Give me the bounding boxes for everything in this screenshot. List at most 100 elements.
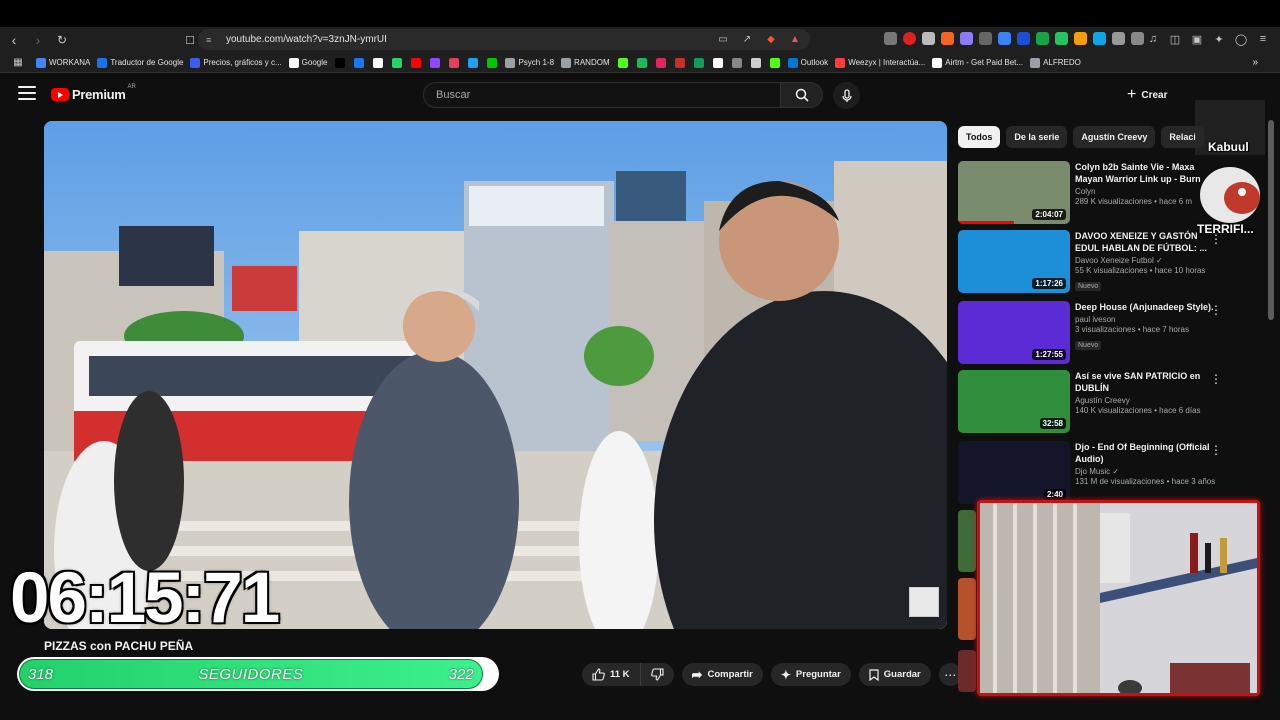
leo-icon[interactable]: ✦ bbox=[1212, 31, 1226, 47]
recommendation-title[interactable]: Deep House (Anjunadeep Style). bbox=[1075, 301, 1215, 313]
thumbnail[interactable]: 2:04:07 bbox=[958, 161, 1070, 224]
bookmark-item[interactable] bbox=[731, 57, 743, 68]
bookmark-item[interactable]: Traductor de Google bbox=[97, 57, 183, 68]
bookmark-item[interactable]: Airtm - Get Paid Bet... bbox=[932, 57, 1023, 68]
bookmark-item[interactable] bbox=[636, 57, 648, 68]
site-settings-icon[interactable]: ≡ bbox=[206, 35, 218, 45]
address-bar[interactable]: ≡ youtube.com/watch?v=3znJN-ymrUI ▭ ↗ ◆ … bbox=[198, 29, 810, 50]
partial-thumbnail[interactable] bbox=[958, 578, 976, 640]
thumbnail[interactable]: 2:40 bbox=[958, 441, 1070, 504]
bookmark-item[interactable] bbox=[486, 57, 498, 68]
bookmark-item[interactable] bbox=[655, 57, 667, 68]
sidebar-icon[interactable]: ◫ bbox=[1168, 31, 1182, 47]
extension-icon[interactable] bbox=[1112, 32, 1125, 45]
reload-icon[interactable]: ↻ bbox=[52, 30, 72, 50]
thumbnail[interactable]: 32:58 bbox=[958, 370, 1070, 433]
channel-name[interactable]: Agustín Creevy bbox=[1075, 396, 1215, 405]
extension-icon[interactable] bbox=[1036, 32, 1049, 45]
bookmark-item[interactable] bbox=[769, 57, 781, 68]
bookmark-item[interactable]: Google bbox=[288, 57, 327, 68]
bookmark-item[interactable] bbox=[448, 57, 460, 68]
voice-search-button[interactable] bbox=[833, 82, 860, 109]
search-button[interactable] bbox=[781, 82, 823, 108]
bookmark-item[interactable]: WORKANA bbox=[36, 57, 90, 68]
create-button[interactable]: + Crear bbox=[1119, 84, 1175, 106]
recommendation-item[interactable]: 32:58 Así se vive SAN PATRICIO en DUBLÍN A… bbox=[958, 370, 1222, 434]
bookmark-star-icon[interactable]: ☐ bbox=[180, 30, 200, 50]
recommendation-item[interactable]: 1:27:55 Deep House (Anjunadeep Style). pau… bbox=[958, 301, 1222, 365]
music-icon[interactable]: ♫ bbox=[1146, 31, 1160, 47]
bookmark-item[interactable] bbox=[334, 57, 346, 68]
bookmark-item[interactable] bbox=[372, 57, 384, 68]
bookmark-item[interactable] bbox=[429, 57, 441, 68]
menu-icon[interactable] bbox=[18, 86, 36, 100]
like-button[interactable]: 11 K bbox=[582, 663, 641, 686]
bookmark-item[interactable] bbox=[750, 57, 762, 68]
channel-watermark[interactable] bbox=[909, 587, 939, 617]
wallet-icon[interactable]: ▣ bbox=[1190, 31, 1204, 47]
bookmark-item[interactable]: ALFREDO bbox=[1030, 57, 1081, 68]
thumbnail[interactable]: 1:27:55 bbox=[958, 301, 1070, 364]
save-button[interactable]: Guardar bbox=[858, 663, 931, 686]
share-page-icon[interactable]: ↗ bbox=[740, 32, 754, 46]
partial-thumbnail[interactable] bbox=[958, 650, 976, 692]
thumbnail[interactable]: 1:17:26 bbox=[958, 230, 1070, 293]
extension-icon[interactable] bbox=[1055, 32, 1068, 45]
recommendation-title[interactable]: Djo - End Of Beginning (Official Audio) bbox=[1075, 441, 1215, 465]
bookmark-item[interactable]: Precios, gráficos y c... bbox=[190, 57, 282, 68]
extension-icon[interactable] bbox=[884, 32, 897, 45]
share-button[interactable]: ➦ Compartir bbox=[681, 663, 763, 686]
bookmark-item[interactable]: RANDOM bbox=[561, 57, 610, 68]
search-input[interactable]: Buscar bbox=[423, 82, 781, 108]
channel-name[interactable]: paul iveson bbox=[1075, 315, 1215, 324]
extension-icon[interactable] bbox=[1017, 32, 1030, 45]
forward-icon[interactable]: › bbox=[28, 30, 48, 50]
more-vertical-icon[interactable]: ⋮ bbox=[1210, 303, 1222, 317]
extension-icon[interactable] bbox=[979, 32, 992, 45]
dislike-button[interactable] bbox=[641, 663, 674, 686]
extension-icon[interactable] bbox=[1131, 32, 1144, 45]
recommendation-item[interactable]: 1:17:26 DAVOO XENEIZE Y GASTÓN EDUL HABLA… bbox=[958, 230, 1222, 294]
rewards-icon[interactable]: ▲ bbox=[788, 32, 802, 46]
video-player[interactable] bbox=[44, 121, 947, 629]
partial-thumbnail[interactable] bbox=[958, 510, 976, 572]
recommendation-title[interactable]: Así se vive SAN PATRICIO en DUBLÍN bbox=[1075, 370, 1215, 394]
filter-chip[interactable]: De la serie bbox=[1006, 126, 1068, 148]
filter-chip[interactable]: Agustín Creevy bbox=[1073, 126, 1156, 148]
bookmark-item[interactable]: Weezyx | Interactúa... bbox=[835, 57, 925, 68]
recommendation-item[interactable]: 2:04:07 Colyn b2b Sainte Vie - Maxa Mayan… bbox=[958, 161, 1218, 225]
extension-icon[interactable] bbox=[922, 32, 935, 45]
bookmark-item[interactable] bbox=[617, 57, 629, 68]
brave-shield-icon[interactable]: ◆ bbox=[764, 32, 778, 46]
ask-button[interactable]: ✦ Preguntar bbox=[770, 663, 851, 686]
extension-icon[interactable] bbox=[903, 32, 916, 45]
bookmark-item[interactable] bbox=[467, 57, 479, 68]
more-vertical-icon[interactable]: ⋮ bbox=[1210, 372, 1222, 386]
bookmark-item[interactable] bbox=[693, 57, 705, 68]
channel-name[interactable]: Djo Music ✓ bbox=[1075, 467, 1215, 476]
youtube-logo[interactable]: Premium AR bbox=[51, 84, 136, 102]
more-bookmarks-icon[interactable]: » bbox=[1252, 57, 1258, 68]
menu-dots-icon[interactable]: ≡ bbox=[1256, 31, 1270, 47]
bookmark-item[interactable] bbox=[674, 57, 686, 68]
back-icon[interactable]: ‹ bbox=[4, 30, 24, 50]
apps-grid-icon[interactable]: ▦ bbox=[8, 53, 28, 72]
bookmark-item[interactable] bbox=[712, 57, 724, 68]
sidebar-scrollbar[interactable] bbox=[1268, 120, 1274, 320]
more-vertical-icon[interactable]: ⋮ bbox=[1210, 443, 1222, 457]
bookmark-item[interactable] bbox=[353, 57, 365, 68]
bookmark-item[interactable] bbox=[391, 57, 403, 68]
extension-icon[interactable] bbox=[941, 32, 954, 45]
recommendation-item[interactable]: 2:40 Djo - End Of Beginning (Official Aud… bbox=[958, 441, 1222, 505]
bookmark-item[interactable]: Outlook bbox=[787, 57, 828, 68]
filter-chip[interactable]: Todos bbox=[958, 126, 1001, 148]
extension-icon[interactable] bbox=[960, 32, 973, 45]
bookmark-item[interactable] bbox=[410, 57, 422, 68]
extension-icon[interactable] bbox=[998, 32, 1011, 45]
bookmark-item[interactable]: Psych 1-8 bbox=[505, 57, 554, 68]
vpn-icon[interactable]: ◯ bbox=[1234, 31, 1248, 47]
channel-name[interactable]: Davoo Xeneize Futbol ✓ bbox=[1075, 256, 1215, 265]
extension-icon[interactable] bbox=[1093, 32, 1106, 45]
cast-icon[interactable]: ▭ bbox=[716, 32, 730, 46]
extension-icon[interactable] bbox=[1074, 32, 1087, 45]
